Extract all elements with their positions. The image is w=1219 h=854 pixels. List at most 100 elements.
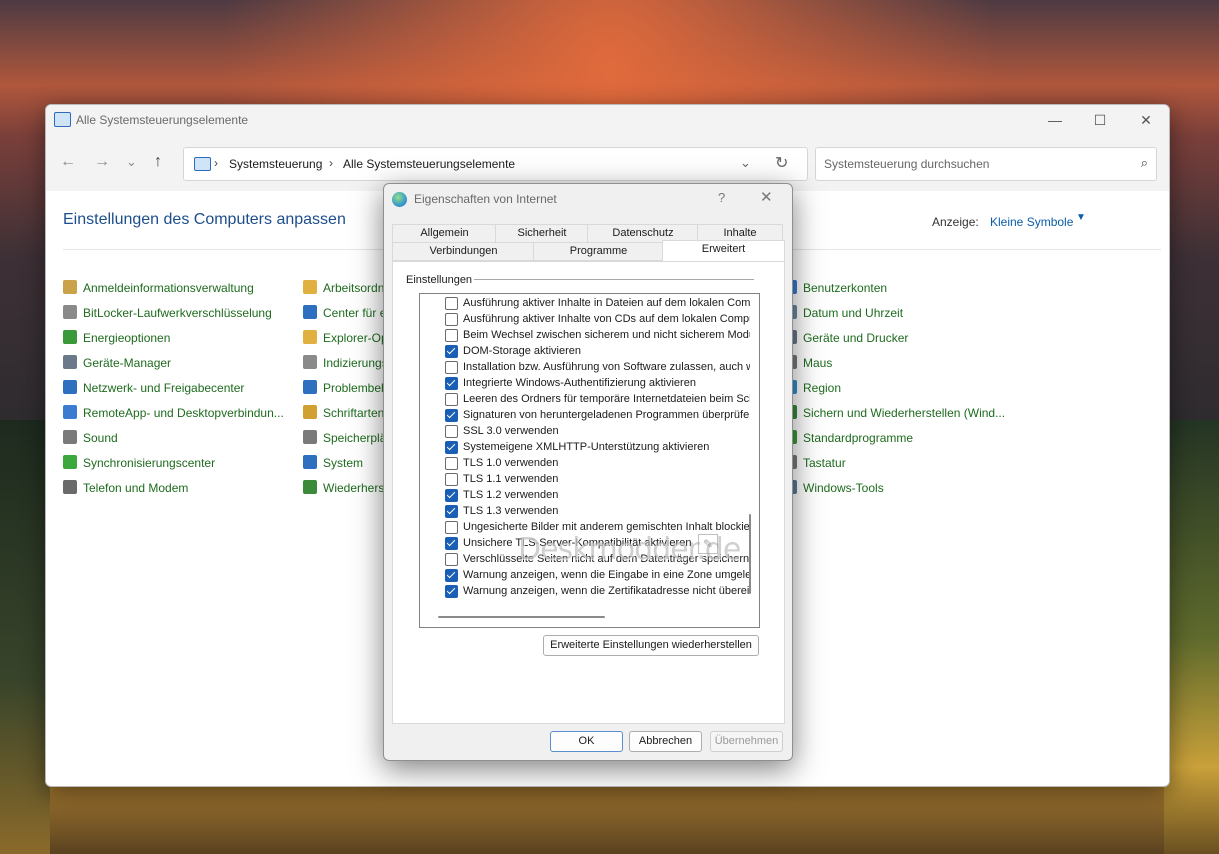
- setting-checkbox[interactable]: [445, 425, 458, 438]
- control-panel-item[interactable]: Indizierungsoptionen: [303, 353, 383, 373]
- recent-locations-icon[interactable]: ⌄: [126, 154, 137, 170]
- control-panel-item-label[interactable]: Geräte und Drucker: [803, 331, 908, 345]
- control-panel-item[interactable]: Standardprogramme: [783, 428, 1013, 448]
- maximize-button[interactable]: ☐: [1077, 105, 1123, 135]
- setting-row[interactable]: Signaturen von heruntergeladenen Program…: [420, 407, 750, 423]
- ok-button[interactable]: OK: [550, 731, 623, 752]
- setting-row[interactable]: TLS 1.3 verwenden: [420, 503, 750, 519]
- setting-row[interactable]: Integrierte Windows-Authentifizierung ak…: [420, 375, 750, 391]
- control-panel-item-label[interactable]: Netzwerk- und Freigabecenter: [83, 381, 244, 395]
- control-panel-item-label[interactable]: Sichern und Wiederherstellen (Wind...: [803, 406, 1005, 420]
- setting-checkbox[interactable]: [445, 505, 458, 518]
- setting-checkbox[interactable]: [445, 441, 458, 454]
- control-panel-item[interactable]: Schriftarten: [303, 403, 383, 423]
- control-panel-item[interactable]: Speicherplätze: [303, 428, 383, 448]
- tab-erweitert[interactable]: Erweitert: [662, 240, 785, 261]
- control-panel-item-label[interactable]: Windows-Tools: [803, 481, 884, 495]
- setting-row[interactable]: Leeren des Ordners für temporäre Interne…: [420, 391, 750, 407]
- setting-checkbox[interactable]: [445, 329, 458, 342]
- setting-checkbox[interactable]: [445, 537, 458, 550]
- tab-programme[interactable]: Programme: [533, 242, 664, 261]
- apply-button[interactable]: Übernehmen: [710, 731, 783, 752]
- control-panel-item[interactable]: Region: [783, 378, 1013, 398]
- control-panel-item-label[interactable]: Synchronisierungscenter: [83, 456, 215, 470]
- control-panel-item[interactable]: Arbeitsordner: [303, 278, 383, 298]
- control-panel-item[interactable]: Maus: [783, 353, 1013, 373]
- setting-row[interactable]: Systemeigene XMLHTTP-Unterstützung aktiv…: [420, 439, 750, 455]
- control-panel-item-label[interactable]: Maus: [803, 356, 832, 370]
- view-mode-dropdown[interactable]: Kleine Symbole: [990, 215, 1073, 229]
- horizontal-scrollbar[interactable]: [438, 616, 605, 618]
- settings-list[interactable]: Warnung anzeigen, wenn die Zertifikatadr…: [419, 293, 760, 628]
- breadcrumb-all-items[interactable]: Alle Systemsteuerungselemente: [343, 157, 515, 171]
- close-button[interactable]: ✕: [1123, 105, 1169, 135]
- minimize-button[interactable]: —: [1032, 105, 1078, 135]
- setting-checkbox[interactable]: [445, 345, 458, 358]
- control-panel-item-label[interactable]: Anmeldeinformationsverwaltung: [83, 281, 254, 295]
- control-panel-item[interactable]: Energieoptionen: [63, 328, 293, 348]
- control-panel-item[interactable]: Synchronisierungscenter: [63, 453, 293, 473]
- control-panel-item-label[interactable]: Tastatur: [803, 456, 846, 470]
- tab-verbindungen[interactable]: Verbindungen: [392, 242, 535, 261]
- control-panel-item[interactable]: Telefon und Modem: [63, 478, 293, 498]
- control-panel-item[interactable]: Anmeldeinformationsverwaltung: [63, 278, 293, 298]
- control-panel-item-label[interactable]: Schriftarten: [323, 406, 383, 420]
- setting-row[interactable]: DOM-Storage aktivieren: [420, 343, 750, 359]
- tab-allgemein[interactable]: Allgemein: [392, 224, 497, 243]
- search-icon[interactable]: ⌕: [1141, 155, 1148, 171]
- search-input[interactable]: Systemsteuerung durchsuchen ⌕: [815, 147, 1157, 181]
- setting-checkbox[interactable]: [445, 361, 458, 374]
- setting-checkbox[interactable]: [445, 553, 458, 566]
- setting-row[interactable]: SSL 3.0 verwenden: [420, 423, 750, 439]
- back-arrow-icon[interactable]: ←: [60, 153, 76, 171]
- control-panel-item[interactable]: RemoteApp- und Desktopverbindun...: [63, 403, 293, 423]
- setting-checkbox[interactable]: [445, 457, 458, 470]
- control-panel-item-label[interactable]: Wiederherstellung: [323, 481, 383, 495]
- control-panel-item[interactable]: Benutzerkonten: [783, 278, 1013, 298]
- control-panel-item-label[interactable]: Geräte-Manager: [83, 356, 171, 370]
- control-panel-item-label[interactable]: Sound: [83, 431, 118, 445]
- control-panel-item[interactable]: Wiederherstellung: [303, 478, 383, 498]
- setting-row[interactable]: TLS 1.2 verwenden: [420, 487, 750, 503]
- cancel-button[interactable]: Abbrechen: [629, 731, 702, 752]
- setting-checkbox[interactable]: [445, 313, 458, 326]
- chevron-down-icon[interactable]: ⌄: [740, 155, 751, 171]
- tab-sicherheit[interactable]: Sicherheit: [495, 224, 589, 243]
- control-panel-item[interactable]: Geräte-Manager: [63, 353, 293, 373]
- control-panel-item-label[interactable]: BitLocker-Laufwerkverschlüsselung: [83, 306, 272, 320]
- control-panel-item-label[interactable]: Datum und Uhrzeit: [803, 306, 903, 320]
- setting-checkbox[interactable]: [445, 569, 458, 582]
- control-panel-item-label[interactable]: Benutzerkonten: [803, 281, 887, 295]
- setting-row[interactable]: Warnung anzeigen, wenn die Eingabe in ei…: [420, 567, 750, 583]
- setting-checkbox[interactable]: [445, 393, 458, 406]
- control-panel-item[interactable]: Windows-Tools: [783, 478, 1013, 498]
- setting-checkbox[interactable]: [445, 585, 458, 598]
- control-panel-item[interactable]: Datum und Uhrzeit: [783, 303, 1013, 323]
- setting-row[interactable]: Ausführung aktiver Inhalte von CDs auf d…: [420, 311, 750, 327]
- control-panel-item[interactable]: Sound: [63, 428, 293, 448]
- control-panel-item-label[interactable]: RemoteApp- und Desktopverbindun...: [83, 406, 284, 420]
- control-panel-item[interactable]: Sichern und Wiederherstellen (Wind...: [783, 403, 1013, 423]
- restore-advanced-settings-button[interactable]: Erweiterte Einstellungen wiederherstelle…: [543, 635, 759, 656]
- setting-row[interactable]: Warnung anzeigen, wenn die Zertifikatadr…: [420, 583, 750, 599]
- setting-checkbox[interactable]: [445, 297, 458, 310]
- address-bar[interactable]: › Systemsteuerung › Alle Systemsteuerung…: [183, 147, 808, 181]
- vertical-scrollbar[interactable]: [749, 514, 751, 594]
- control-panel-item[interactable]: System: [303, 453, 383, 473]
- forward-arrow-icon[interactable]: →: [94, 153, 110, 171]
- control-panel-item[interactable]: Explorer-Optionen: [303, 328, 383, 348]
- dialog-close-button[interactable]: ✕: [760, 188, 773, 206]
- control-panel-item-label[interactable]: Telefon und Modem: [83, 481, 188, 495]
- setting-row[interactable]: Beim Wechsel zwischen sicherem und nicht…: [420, 327, 750, 343]
- setting-row[interactable]: TLS 1.0 verwenden: [420, 455, 750, 471]
- control-panel-item[interactable]: Tastatur: [783, 453, 1013, 473]
- control-panel-item[interactable]: Problembehandlung: [303, 378, 383, 398]
- help-button[interactable]: ?: [718, 190, 725, 205]
- control-panel-item-label[interactable]: Energieoptionen: [83, 331, 170, 345]
- setting-checkbox[interactable]: [445, 409, 458, 422]
- up-arrow-icon[interactable]: ↑: [154, 153, 162, 171]
- setting-checkbox[interactable]: [445, 489, 458, 502]
- setting-checkbox[interactable]: [445, 473, 458, 486]
- control-panel-item[interactable]: BitLocker-Laufwerkverschlüsselung: [63, 303, 293, 323]
- setting-row[interactable]: Ausführung aktiver Inhalte in Dateien au…: [420, 295, 750, 311]
